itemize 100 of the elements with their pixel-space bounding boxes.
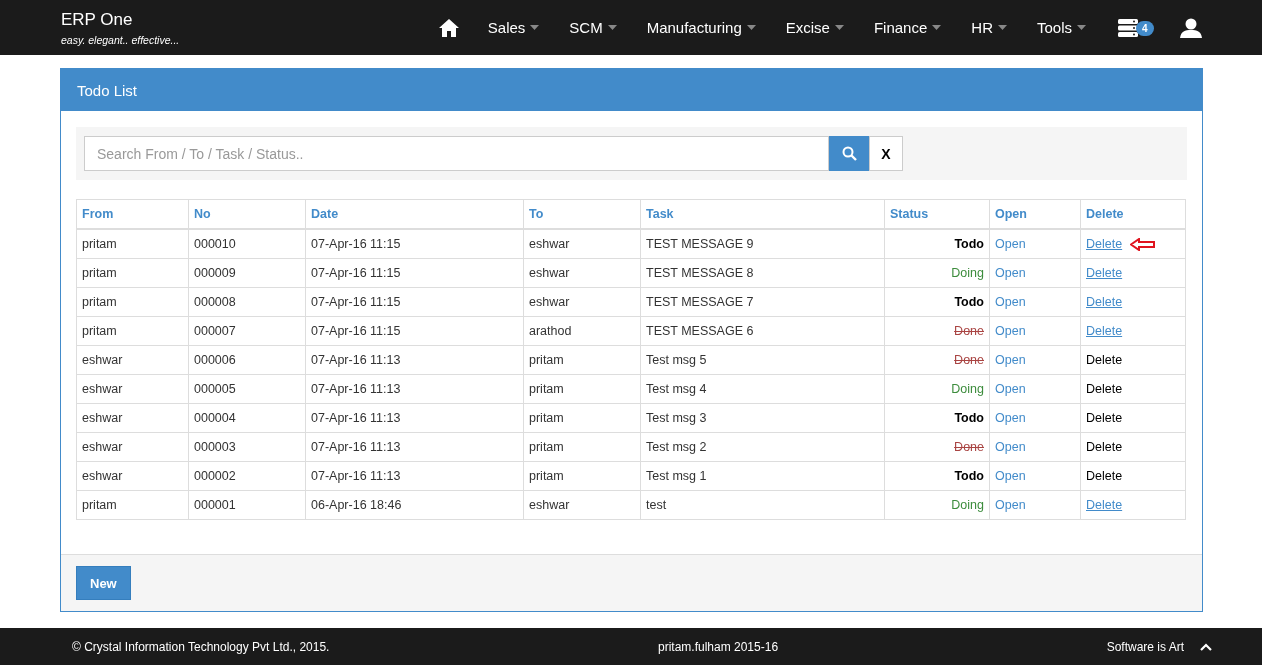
column-header: From xyxy=(76,199,189,229)
open-link[interactable]: Open xyxy=(989,403,1081,433)
status-cell: Todo xyxy=(884,229,990,259)
table-cell: pritam xyxy=(76,258,189,288)
app-tagline: easy. elegant.. effective... xyxy=(61,33,180,46)
table-cell: eshwar xyxy=(76,345,189,375)
chevron-up-icon[interactable] xyxy=(1200,642,1212,651)
table-cell: 07-Apr-16 11:13 xyxy=(305,461,524,491)
table-cell: 07-Apr-16 11:13 xyxy=(305,374,524,404)
table-cell: 000001 xyxy=(188,490,306,520)
table-cell: 000008 xyxy=(188,287,306,317)
status-cell: Done xyxy=(884,345,990,375)
open-link[interactable]: Open xyxy=(989,345,1081,375)
open-link[interactable]: Open xyxy=(989,490,1081,520)
status-cell: Todo xyxy=(884,287,990,317)
table-cell: Test msg 1 xyxy=(640,461,885,491)
nav-menu-item[interactable]: HR xyxy=(971,19,1007,36)
table-cell: TEST MESSAGE 6 xyxy=(640,316,885,346)
open-link[interactable]: Open xyxy=(989,229,1081,259)
caret-icon xyxy=(1077,25,1086,30)
column-header: Date xyxy=(305,199,524,229)
notification-count-badge: 4 xyxy=(1136,20,1154,36)
table-cell: 06-Apr-16 18:46 xyxy=(305,490,524,520)
table-cell: TEST MESSAGE 8 xyxy=(640,258,885,288)
table-cell: eshwar xyxy=(523,287,641,317)
table-cell: eshwar xyxy=(76,403,189,433)
open-link[interactable]: Open xyxy=(989,461,1081,491)
nav-menu-item[interactable]: Excise xyxy=(785,19,844,36)
nav-menu-item[interactable]: SCM xyxy=(569,19,617,36)
status-cell: Todo xyxy=(884,403,990,433)
table-cell: 07-Apr-16 11:15 xyxy=(305,287,524,317)
table-cell: 000009 xyxy=(188,258,306,288)
copyright-text: © Crystal Information Technology Pvt Ltd., 2015. xyxy=(72,639,330,654)
table-cell: 000003 xyxy=(188,432,306,462)
table-cell: 000006 xyxy=(188,345,306,375)
search-button[interactable] xyxy=(829,136,869,171)
open-link[interactable]: Open xyxy=(989,374,1081,404)
table-cell: pritam xyxy=(523,374,641,404)
caret-icon xyxy=(932,25,942,30)
table-cell: pritam xyxy=(76,316,189,346)
open-link[interactable]: Open xyxy=(989,316,1081,346)
caret-icon xyxy=(530,25,540,30)
table-cell: TEST MESSAGE 9 xyxy=(640,229,885,259)
delete-link[interactable]: Delete xyxy=(1086,498,1123,512)
user-icon[interactable] xyxy=(1180,17,1202,38)
nav-menu-item[interactable]: Sales xyxy=(487,19,540,36)
table-cell: pritam xyxy=(523,403,641,433)
column-header: No xyxy=(188,199,306,229)
status-cell: Done xyxy=(884,316,990,346)
delete-link[interactable]: Delete xyxy=(1086,295,1123,309)
table-cell: eshwar xyxy=(523,258,641,288)
table-cell: Test msg 5 xyxy=(640,345,885,375)
table-cell: pritam xyxy=(76,229,189,259)
column-header: Open xyxy=(989,199,1081,229)
table-cell: eshwar xyxy=(523,490,641,520)
table-cell: pritam xyxy=(76,490,189,520)
open-link[interactable]: Open xyxy=(989,432,1081,462)
table-cell: 000004 xyxy=(188,403,306,433)
table-cell: 07-Apr-16 11:15 xyxy=(305,229,524,259)
table-cell: Test msg 3 xyxy=(640,403,885,433)
delete-link[interactable]: Delete xyxy=(1086,266,1123,280)
nav-menu-item[interactable]: Manufacturing xyxy=(646,19,756,36)
table-cell: arathod xyxy=(523,316,641,346)
caret-icon xyxy=(834,25,844,30)
delete-link[interactable]: Delete xyxy=(1086,237,1123,251)
table-cell: Test msg 4 xyxy=(640,374,885,404)
table-cell: Test msg 2 xyxy=(640,432,885,462)
open-link[interactable]: Open xyxy=(989,287,1081,317)
table-cell: 000010 xyxy=(188,229,306,259)
table-cell: 07-Apr-16 11:13 xyxy=(305,345,524,375)
table-cell: test xyxy=(640,490,885,520)
column-header: Delete xyxy=(1080,199,1186,229)
table-cell: eshwar xyxy=(523,229,641,259)
table-cell: pritam xyxy=(76,287,189,317)
table-cell: pritam xyxy=(523,345,641,375)
search-icon xyxy=(841,146,857,161)
new-button[interactable]: New xyxy=(76,566,131,600)
table-cell: pritam xyxy=(523,432,641,462)
motto-text: Software is Art xyxy=(1106,639,1184,654)
table-cell: eshwar xyxy=(76,461,189,491)
nav-menu-item[interactable]: Finance xyxy=(873,19,942,36)
nav-menu-item[interactable]: Tools xyxy=(1036,19,1086,36)
caret-icon xyxy=(746,25,756,30)
app-title[interactable]: ERP One xyxy=(61,9,180,30)
search-field[interactable]: Search From / To / Task / Status.. xyxy=(84,136,829,171)
table-cell: eshwar xyxy=(76,432,189,462)
table-cell: 07-Apr-16 11:13 xyxy=(305,403,524,433)
table-cell: 07-Apr-16 11:15 xyxy=(305,316,524,346)
column-header: Task xyxy=(640,199,885,229)
column-header: Status xyxy=(884,199,990,229)
server-stack-icon[interactable] xyxy=(1118,18,1138,37)
status-cell: Doing xyxy=(884,374,990,404)
delete-link[interactable]: Delete xyxy=(1086,324,1123,338)
table-cell: 000005 xyxy=(188,374,306,404)
open-link[interactable]: Open xyxy=(989,258,1081,288)
home-icon[interactable] xyxy=(437,17,460,38)
table-cell: pritam xyxy=(523,461,641,491)
clear-search-button[interactable]: X xyxy=(869,136,903,171)
user-year-text: pritam.fulham 2015-16 xyxy=(658,639,779,654)
status-cell: Doing xyxy=(884,490,990,520)
